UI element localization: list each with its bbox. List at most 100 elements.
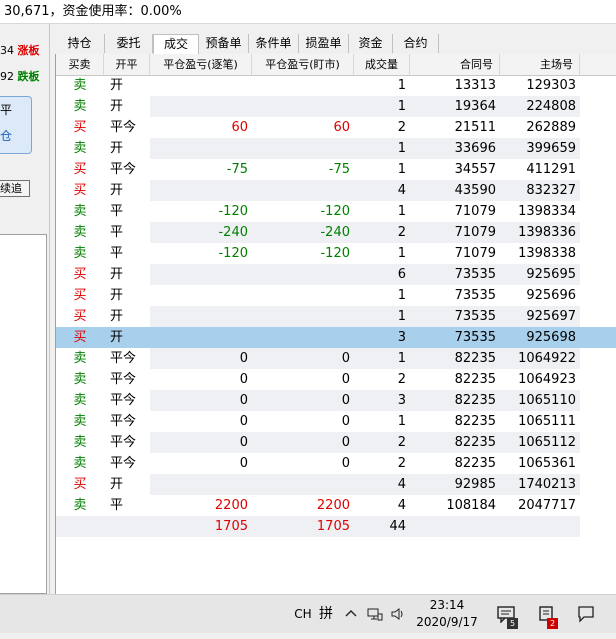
table-row[interactable]: 卖 开 1 19364 224808 (56, 96, 616, 117)
row-contract-no: 82235 (454, 456, 496, 471)
row-close-profit-mtm (252, 327, 354, 348)
row-contract-no: 82235 (454, 372, 496, 387)
table-row[interactable]: 卖 平 2200 2200 4 108184 2047717 (56, 495, 616, 516)
row-contract-no: 73535 (410, 327, 500, 348)
table-row[interactable]: 卖 平 -120 -120 1 71079 1398334 (56, 201, 616, 222)
ime-language[interactable]: CH (292, 595, 314, 634)
row-close-profit-mtm: 2200 (316, 498, 350, 513)
table-row[interactable]: 卖平今 0 0 2 82235 1065112 (56, 432, 616, 453)
row-main-no: 925696 (526, 288, 576, 303)
tab-positions[interactable]: 持仓 (55, 34, 105, 53)
tab-contracts[interactable]: 合约 (393, 34, 439, 53)
limit-down-label: 跌板 (17, 70, 40, 83)
row-open-close: 开 (110, 141, 124, 156)
row-contract-no: 82235 (454, 414, 496, 429)
header-direction[interactable]: 买卖 (56, 54, 104, 75)
row-close-profit-trade: -120 (218, 204, 248, 219)
row-open-close: 开 (110, 309, 124, 324)
row-quantity: 1 (354, 348, 410, 369)
tab-stop-profit-orders[interactable]: 损盈单 (299, 34, 349, 53)
row-close-profit-trade (150, 180, 252, 201)
row-close-profit-trade (150, 327, 252, 348)
row-quantity: 2 (354, 222, 410, 243)
notification-stack-icon[interactable]: 2 (532, 595, 560, 634)
close-position-button[interactable]: 平 仓 (0, 96, 32, 154)
system-clock[interactable]: 23:14 2020/9/17 (412, 597, 482, 631)
row-main-no: 1064923 (518, 372, 576, 387)
row-close-profit-mtm (252, 306, 354, 327)
table-row[interactable]: 卖 平今 0 0 2 82235 1064923 (56, 369, 616, 390)
row-close-profit-trade: 0 (150, 390, 252, 411)
table-row[interactable]: 买 开 4 92985 1740213 (56, 474, 616, 495)
row-close-profit-trade: 0 (239, 414, 248, 429)
tab-orders[interactable]: 委托 (105, 34, 153, 53)
table-row[interactable]: 卖平今 0 0 3 82235 1065110 (56, 390, 616, 411)
table-row[interactable]: 买 平今 60 60 2 21511 262889 (56, 117, 616, 138)
trades-table: 买卖 开平 平仓盈亏(逐笔) 平仓盈亏(盯市) 成交量 合同号 主场号 卖开11… (55, 54, 616, 594)
row-open-close: 平今 (110, 120, 137, 135)
table-row[interactable]: 买 开 6 73535 925695 (56, 264, 616, 285)
action-center-icon[interactable] (572, 595, 600, 634)
row-direction: 买 (73, 288, 87, 303)
row-contract-no: 13313 (454, 78, 496, 93)
tab-trades[interactable]: 成交 (153, 34, 199, 54)
table-row[interactable]: 卖 开 1 33696 399659 (56, 138, 616, 159)
row-close-profit-trade (150, 306, 252, 327)
table-row[interactable]: 买开 3 73535 925698 (56, 327, 616, 348)
header-close-profit-mtm[interactable]: 平仓盈亏(盯市) (252, 54, 354, 75)
row-main-no: 832327 (500, 180, 580, 201)
row-contract-no: 71079 (410, 222, 500, 243)
row-close-profit-mtm (252, 285, 354, 306)
row-open-close: 平今 (110, 393, 137, 408)
table-row[interactable]: 卖 开 1 13313 129303 (56, 75, 616, 96)
volume-icon[interactable] (388, 595, 408, 634)
row-contract-no: 71079 (454, 246, 496, 261)
table-row[interactable]: 卖平今 0 0 1 82235 1064922 (56, 348, 616, 369)
header-open-close[interactable]: 开平 (104, 54, 150, 75)
header-contract-no[interactable]: 合同号 (410, 54, 500, 75)
table-row[interactable]: 买 平今 -75 -75 1 34557 411291 (56, 159, 616, 180)
row-main-no: 224808 (500, 96, 580, 117)
left-panel: 34 涨板 92 跌板 平 仓 续追 (0, 24, 50, 594)
table-row[interactable]: 买 开 4 43590 832327 (56, 180, 616, 201)
row-close-profit-mtm: 0 (341, 456, 350, 471)
row-open-close: 开 (104, 327, 150, 348)
tab-conditional-orders[interactable]: 条件单 (249, 34, 299, 53)
table-row[interactable]: 卖 平今 0 0 1 82235 1065111 (56, 411, 616, 432)
row-close-profit-trade (150, 285, 252, 306)
network-icon[interactable] (364, 595, 386, 634)
tab-funds[interactable]: 资金 (349, 34, 393, 53)
row-close-profit-trade (150, 474, 252, 495)
row-main-no: 1398334 (518, 204, 576, 219)
row-close-profit-trade: -120 (218, 246, 248, 261)
row-close-profit-trade (150, 96, 252, 117)
table-row[interactable]: 买 开 1 73535 925696 (56, 285, 616, 306)
row-close-profit-trade: 0 (150, 432, 252, 453)
row-close-profit-mtm (252, 180, 354, 201)
header-close-profit-trade[interactable]: 平仓盈亏(逐笔) (150, 54, 252, 75)
table-row[interactable]: 卖平 -240 -240 2 71079 1398336 (56, 222, 616, 243)
table-row[interactable]: 卖 平 -120 -120 1 71079 1398338 (56, 243, 616, 264)
row-open-close: 开 (110, 99, 124, 114)
notification-chat-icon[interactable]: 5 (492, 595, 520, 634)
chase-button[interactable]: 续追 (0, 180, 30, 197)
row-direction: 卖 (73, 456, 87, 471)
row-contract-no: 71079 (454, 204, 496, 219)
row-close-profit-trade: -240 (150, 222, 252, 243)
header-quantity[interactable]: 成交量 (354, 54, 410, 75)
tab-prepared-orders[interactable]: 预备单 (199, 34, 249, 53)
row-quantity: 4 (354, 474, 410, 495)
ime-mode[interactable]: 拼 (316, 595, 336, 634)
row-quantity: 6 (354, 264, 410, 285)
row-contract-no: 92985 (410, 474, 500, 495)
row-direction: 卖 (73, 246, 87, 261)
table-row[interactable]: 卖 平今 0 0 2 82235 1065361 (56, 453, 616, 474)
header-main-no[interactable]: 主场号 (500, 54, 580, 75)
row-close-profit-trade: 2200 (214, 498, 248, 513)
row-direction: 买 (73, 183, 87, 198)
totals-row: 1705 1705 44 (56, 516, 616, 537)
close-position-sublabel: 仓 (0, 129, 13, 143)
table-row[interactable]: 买 开 1 73535 925697 (56, 306, 616, 327)
row-direction: 卖 (73, 393, 87, 408)
chevron-up-icon[interactable] (342, 595, 360, 634)
